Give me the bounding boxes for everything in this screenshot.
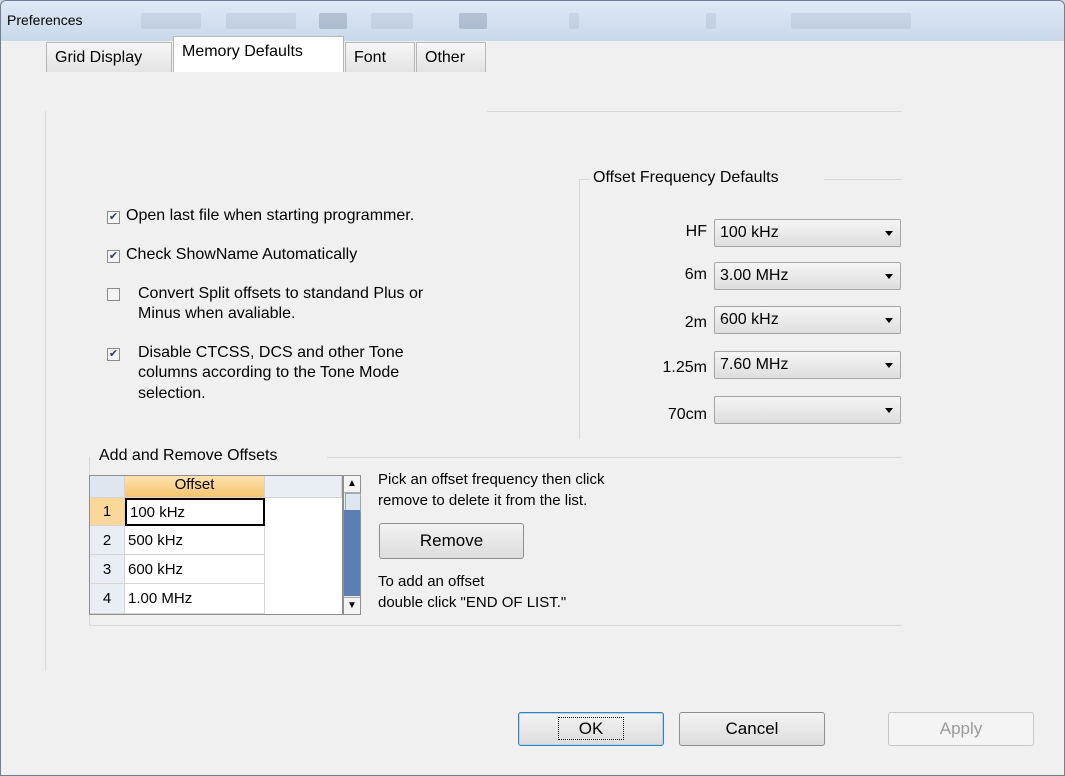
disable-ctcss-label-line3: selection. bbox=[138, 385, 206, 402]
offset-cell[interactable]: 500 kHz bbox=[125, 526, 265, 555]
scroll-up-icon[interactable]: ▲ bbox=[344, 476, 360, 493]
check-showname-label: Check ShowName Automatically bbox=[126, 246, 358, 263]
offset-defaults-title: Offset Frequency Defaults bbox=[593, 169, 779, 186]
background-blur bbox=[319, 13, 347, 29]
70cm-offset-select[interactable] bbox=[714, 396, 901, 424]
disable-ctcss-label-line2: columns according to the Tone Mode bbox=[138, 364, 400, 381]
apply-button[interactable]: Apply bbox=[888, 712, 1034, 746]
hf-offset-select[interactable]: 100 kHz bbox=[714, 219, 901, 247]
grid-scrollbar[interactable]: ▲ ▼ bbox=[343, 475, 361, 615]
background-blur bbox=[791, 13, 911, 29]
open-last-file-label: Open last file when starting programmer. bbox=[126, 207, 415, 224]
open-last-file-checkbox[interactable]: ✔ bbox=[107, 211, 120, 224]
select-value: 7.60 MHz bbox=[720, 356, 789, 373]
preferences-window: Preferences Grid Display Memory Defaults… bbox=[0, 0, 1065, 776]
offset-cell[interactable]: 600 kHz bbox=[125, 555, 265, 584]
remove-button[interactable]: Remove bbox=[379, 523, 524, 559]
scroll-down-icon[interactable]: ▼ bbox=[344, 597, 360, 614]
select-value: 3.00 MHz bbox=[720, 267, 789, 284]
tab-label: Memory Defaults bbox=[182, 43, 303, 60]
125m-offset-select[interactable]: 7.60 MHz bbox=[714, 351, 901, 379]
tab-other[interactable]: Other bbox=[416, 42, 486, 72]
chevron-down-icon bbox=[885, 274, 893, 279]
row-number[interactable]: 1 bbox=[90, 498, 125, 526]
scroll-track[interactable] bbox=[344, 510, 360, 596]
select-value: 100 kHz bbox=[720, 224, 779, 241]
group-border bbox=[327, 457, 902, 458]
disable-ctcss-label-line1: Disable CTCSS, DCS and other Tone bbox=[138, 344, 404, 361]
band-label-125m: 1.25m bbox=[662, 359, 707, 376]
window-title: Preferences bbox=[7, 12, 83, 28]
chevron-down-icon bbox=[885, 363, 893, 368]
disable-ctcss-checkbox[interactable]: ✔ bbox=[107, 348, 120, 361]
tab-label: Font bbox=[354, 49, 387, 66]
group-border bbox=[89, 625, 902, 626]
tab-memory-defaults[interactable]: Memory Defaults bbox=[173, 36, 344, 72]
background-blur bbox=[141, 13, 201, 29]
convert-split-checkbox[interactable] bbox=[107, 288, 120, 301]
offsets-grid[interactable]: Offset 1 100 kHz 2 500 kHz 3 600 kHz 4 1… bbox=[89, 475, 343, 615]
grid-corner[interactable] bbox=[90, 476, 125, 498]
remove-hint-line2: remove to delete it from the list. bbox=[378, 492, 588, 509]
check-showname-checkbox[interactable]: ✔ bbox=[107, 250, 120, 263]
band-label-2m: 2m bbox=[684, 314, 707, 331]
add-remove-title: Add and Remove Offsets bbox=[99, 447, 278, 464]
row-number[interactable]: 4 bbox=[90, 584, 125, 614]
offset-cell[interactable]: 1.00 MHz bbox=[125, 584, 265, 614]
tab-panel-border bbox=[45, 111, 46, 671]
background-blur bbox=[226, 13, 296, 29]
convert-split-label-line1: Convert Split offsets to standand Plus o… bbox=[138, 285, 424, 302]
6m-offset-select[interactable]: 3.00 MHz bbox=[714, 262, 901, 290]
add-hint-line2: double click "END OF LIST." bbox=[378, 594, 567, 611]
band-label-70cm: 70cm bbox=[667, 406, 707, 423]
remove-hint-line1: Pick an offset frequency then click bbox=[378, 471, 605, 488]
row-number[interactable]: 3 bbox=[90, 555, 125, 584]
tab-grid-display[interactable]: Grid Display bbox=[46, 42, 172, 72]
background-blur bbox=[706, 13, 716, 29]
group-border bbox=[579, 179, 580, 439]
tab-font[interactable]: Font bbox=[345, 42, 415, 72]
cancel-button[interactable]: Cancel bbox=[679, 712, 825, 746]
group-border bbox=[579, 179, 589, 180]
tab-label: Other bbox=[425, 49, 466, 66]
band-label-hf: HF bbox=[685, 223, 707, 240]
ok-label: OK bbox=[557, 717, 625, 740]
offset-column-header[interactable]: Offset bbox=[125, 476, 265, 498]
convert-split-label-line2: Minus when avaliable. bbox=[138, 305, 296, 322]
chevron-down-icon bbox=[885, 318, 893, 323]
background-blur bbox=[569, 13, 579, 29]
chevron-down-icon bbox=[885, 231, 893, 236]
ok-button[interactable]: OK bbox=[518, 712, 664, 746]
tab-label: Grid Display bbox=[55, 49, 143, 66]
background-blur bbox=[371, 13, 413, 29]
add-hint-line1: To add an offset bbox=[378, 573, 485, 590]
empty-column-header bbox=[265, 476, 342, 498]
tab-strip-line bbox=[487, 111, 902, 112]
chevron-down-icon bbox=[885, 408, 893, 413]
offset-cell-selected[interactable]: 100 kHz bbox=[125, 498, 265, 526]
background-blur bbox=[459, 13, 487, 29]
row-number[interactable]: 2 bbox=[90, 526, 125, 555]
group-border bbox=[824, 179, 902, 180]
select-value: 600 kHz bbox=[720, 311, 779, 328]
band-label-6m: 6m bbox=[684, 266, 707, 283]
2m-offset-select[interactable]: 600 kHz bbox=[714, 306, 901, 334]
title-bar[interactable]: Preferences bbox=[1, 1, 1064, 41]
